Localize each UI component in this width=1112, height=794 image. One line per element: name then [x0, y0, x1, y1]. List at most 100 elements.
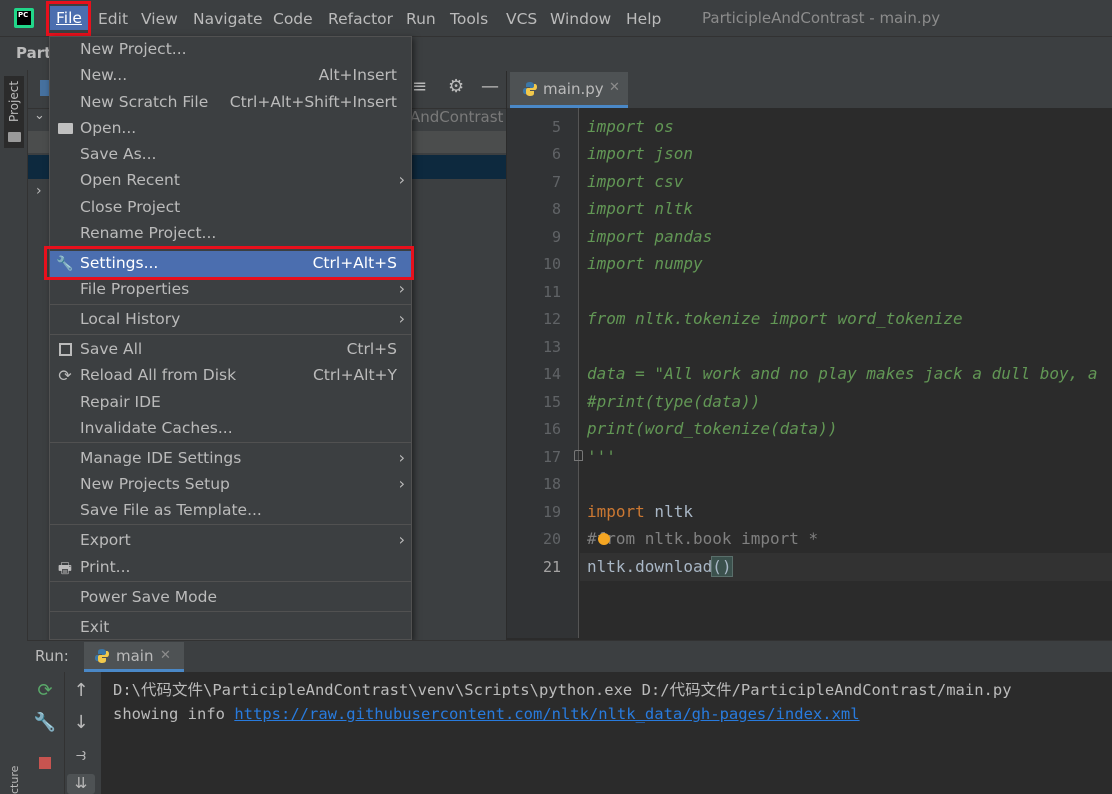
menu-code[interactable]: Code: [273, 9, 313, 29]
menu-item-print[interactable]: 🖶 Print...: [50, 555, 411, 581]
line-number: 12: [542, 310, 561, 328]
project-root-path: AndContrast: [410, 108, 504, 126]
menu-item-new[interactable]: New... Alt+Insert: [50, 63, 411, 89]
stop-icon[interactable]: [39, 757, 51, 769]
menu-item-repair-ide[interactable]: Repair IDE: [50, 390, 411, 416]
chevron-right-icon: ›: [398, 309, 405, 328]
menu-run[interactable]: Run: [406, 9, 436, 29]
code-line-current: nltk.download(): [587, 556, 733, 577]
chevron-right-icon: ›: [398, 279, 405, 298]
menu-file[interactable]: File: [50, 6, 88, 30]
menu-navigate[interactable]: Navigate: [193, 9, 263, 29]
rerun-icon[interactable]: ⟳: [33, 680, 57, 701]
menu-item-invalidate-caches[interactable]: Invalidate Caches...: [50, 416, 411, 442]
chevron-right-icon: ›: [398, 474, 405, 493]
fold-marker-icon[interactable]: [574, 450, 583, 461]
code-line: ''': [587, 447, 616, 466]
line-number: 9: [551, 228, 561, 246]
wrench-icon[interactable]: 🔧: [33, 712, 57, 733]
menu-item-save-all[interactable]: Save All Ctrl+S: [50, 337, 411, 363]
menu-item-open[interactable]: Open...: [50, 116, 411, 142]
menu-separator: [50, 524, 411, 525]
intention-bulb-icon[interactable]: [598, 533, 610, 545]
wrench-icon: 🔧: [56, 256, 74, 272]
arrow-up-icon[interactable]: ↑: [69, 680, 93, 701]
menu-tools[interactable]: Tools: [450, 9, 488, 29]
line-number: 7: [551, 173, 561, 191]
menu-item-save-file-as-template[interactable]: Save File as Template...: [50, 498, 411, 524]
chevron-right-icon: ›: [398, 530, 405, 549]
menu-item-new-project[interactable]: New Project...: [50, 37, 411, 63]
close-icon[interactable]: ✕: [609, 80, 620, 95]
console-line: D:\代码文件\ParticipleAndContrast\venv\Scrip…: [113, 681, 1012, 699]
menu-item-local-history[interactable]: Local History ›: [50, 307, 411, 333]
close-icon[interactable]: ✕: [160, 648, 171, 663]
python-icon: [95, 649, 109, 663]
menu-item-settings[interactable]: 🔧 Settings... Ctrl+Alt+S: [50, 251, 411, 277]
scroll-to-end-icon[interactable]: ⇊: [67, 774, 95, 794]
code-line: import nltk: [587, 502, 693, 521]
menu-refactor[interactable]: Refactor: [328, 9, 393, 29]
print-icon: 🖶: [57, 559, 73, 577]
code-line: import os: [587, 117, 674, 136]
gear-icon[interactable]: ⚙: [448, 76, 464, 97]
code-line: import nltk: [587, 199, 693, 218]
run-tab-label: main: [116, 647, 154, 665]
menu-help[interactable]: Help: [626, 9, 661, 29]
line-number: 11: [542, 283, 561, 301]
menu-item-new-projects-setup[interactable]: New Projects Setup ›: [50, 472, 411, 498]
menu-item-rename-project[interactable]: Rename Project...: [50, 221, 411, 247]
arrow-down-icon[interactable]: ↓: [69, 712, 93, 733]
structure-label: cture: [8, 765, 21, 794]
menu-vcs[interactable]: VCS: [506, 9, 537, 29]
code-line: data = "All work and no play makes jack …: [587, 364, 1098, 383]
chevron-down-icon[interactable]: ⌄: [34, 108, 45, 123]
code-line: import pandas: [587, 227, 713, 246]
line-number: 18: [542, 475, 561, 493]
chevron-right-icon: ›: [398, 448, 405, 467]
line-number: 14: [542, 365, 561, 383]
chevron-right-icon: ›: [398, 170, 405, 189]
line-number: 17: [542, 448, 561, 466]
line-number-current: 21: [542, 558, 561, 576]
code-line: import csv: [587, 172, 684, 191]
line-number: 19: [542, 503, 561, 521]
menu-edit[interactable]: Edit: [98, 9, 128, 29]
chevron-right-icon[interactable]: ›: [36, 183, 42, 199]
menu-item-save-as[interactable]: Save As...: [50, 142, 411, 168]
code-line: import numpy: [587, 254, 703, 273]
run-label: Run:: [35, 647, 69, 665]
menu-item-power-save-mode[interactable]: Power Save Mode: [50, 585, 411, 611]
menu-view[interactable]: View: [141, 9, 178, 29]
menu-item-manage-ide-settings[interactable]: Manage IDE Settings ›: [50, 446, 411, 472]
console-link[interactable]: https://raw.githubusercontent.com/nltk/n…: [234, 705, 859, 723]
collapse-all-icon[interactable]: ≡: [412, 76, 427, 97]
line-number: 10: [542, 255, 561, 273]
line-number: 13: [542, 338, 561, 356]
save-icon: [56, 342, 74, 358]
soft-wrap-icon[interactable]: ⥽: [69, 744, 93, 765]
code-line: from nltk.tokenize import word_tokenize: [587, 309, 963, 328]
left-tool-stripe: [0, 70, 28, 640]
code-line: #from nltk.book import *: [587, 529, 819, 548]
pycharm-logo-icon: PC: [14, 8, 34, 28]
folder-icon: [8, 132, 21, 142]
console-line: showing info https://raw.githubuserconte…: [113, 705, 860, 723]
run-toolbar-divider: [64, 672, 65, 794]
hide-panel-icon[interactable]: —: [481, 76, 499, 97]
menu-item-new-scratch-file[interactable]: New Scratch File Ctrl+Alt+Shift+Insert: [50, 90, 411, 116]
menu-item-export[interactable]: Export ›: [50, 528, 411, 554]
menu-separator: [50, 247, 411, 248]
menu-item-exit[interactable]: Exit: [50, 615, 411, 641]
menu-item-reload-all[interactable]: ⟳ Reload All from Disk Ctrl+Alt+Y: [50, 363, 411, 389]
window-title: ParticipleAndContrast - main.py: [702, 9, 941, 27]
line-number: 5: [551, 118, 561, 136]
menu-separator: [50, 334, 411, 335]
menu-window[interactable]: Window: [550, 9, 611, 29]
menu-item-close-project[interactable]: Close Project: [50, 195, 411, 221]
menu-item-open-recent[interactable]: Open Recent ›: [50, 168, 411, 194]
menu-item-file-properties[interactable]: File Properties ›: [50, 277, 411, 303]
menu-separator: [50, 304, 411, 305]
line-number: 6: [551, 145, 561, 163]
code-line: #print(type(data)): [587, 392, 761, 411]
